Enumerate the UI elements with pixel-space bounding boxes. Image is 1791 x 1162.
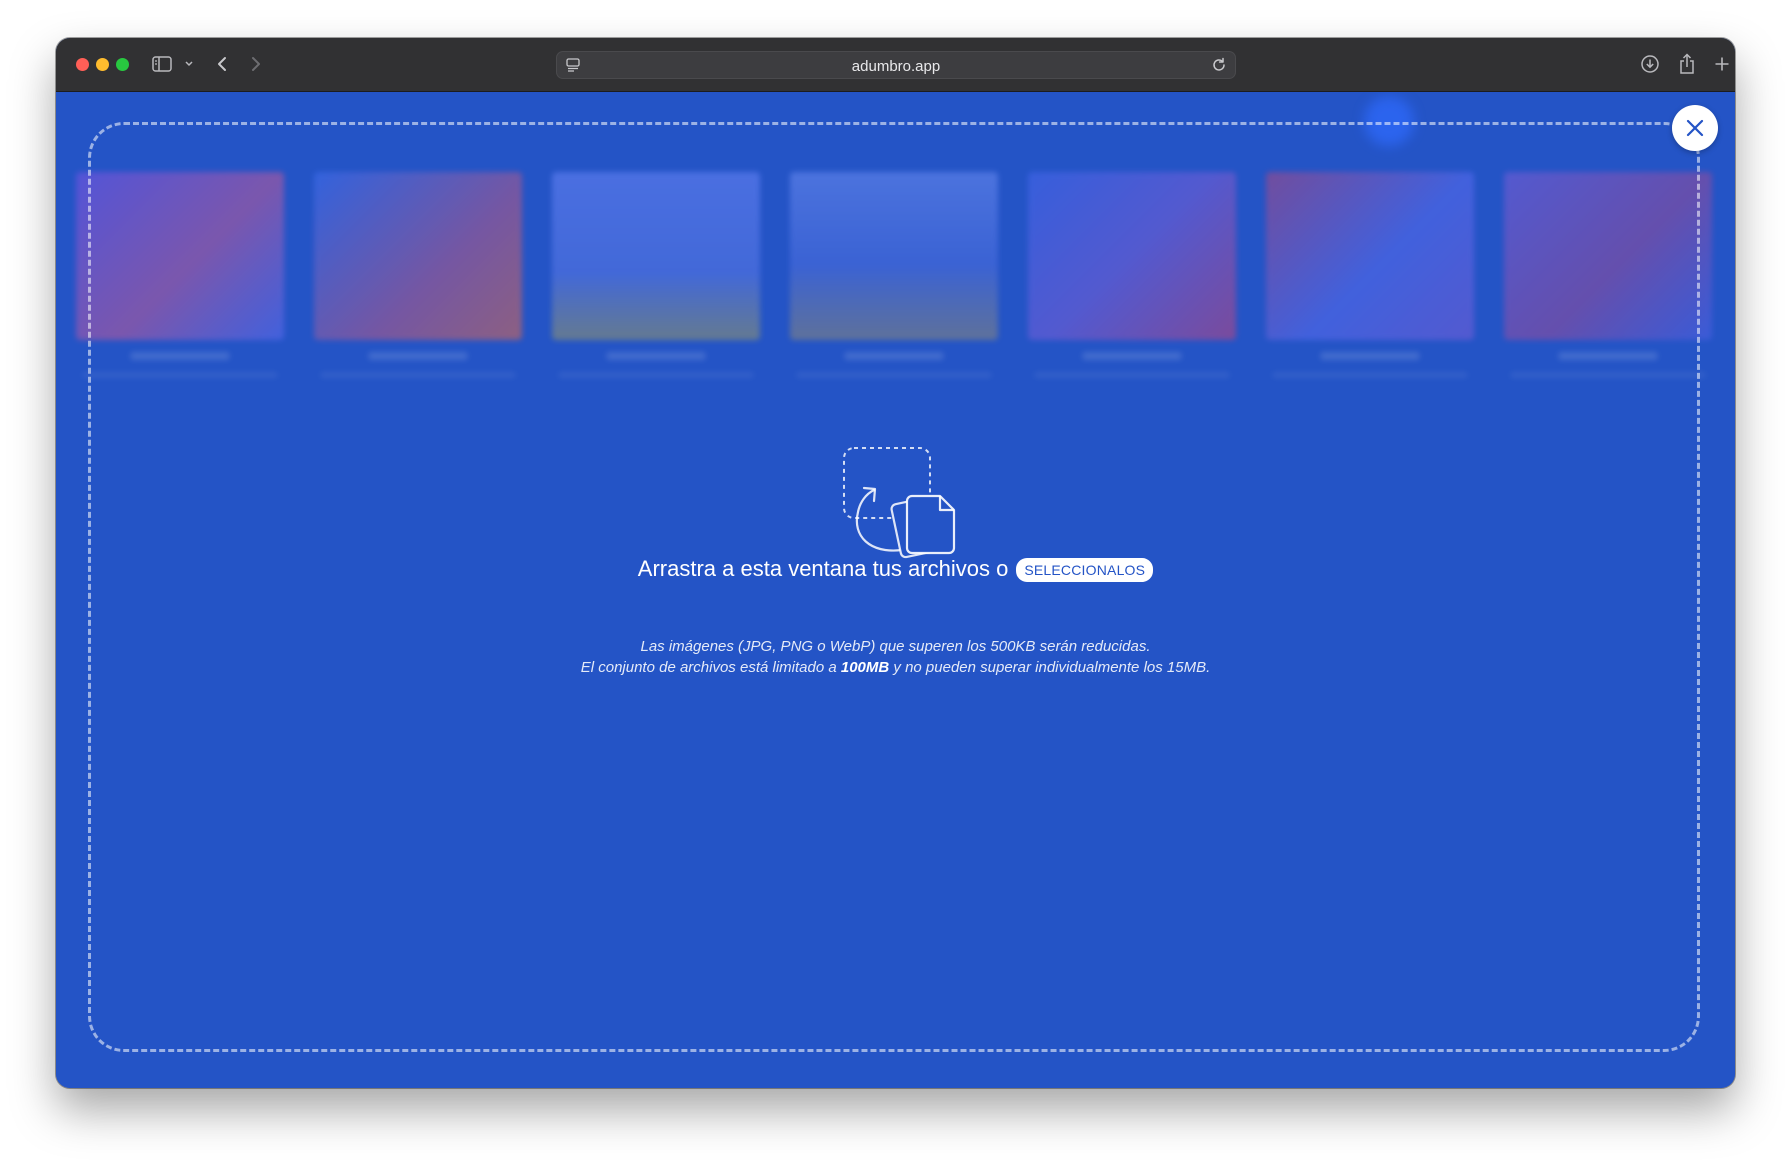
close-icon [1686,119,1704,137]
close-overlay-button[interactable] [1672,105,1718,151]
upload-limits-note: Las imágenes (JPG, PNG o WebP) que super… [0,636,1791,678]
minimize-window-button[interactable] [96,58,109,71]
drop-overlay[interactable] [56,92,1735,1088]
drag-files-icon [843,447,956,559]
reload-icon[interactable] [1211,57,1227,78]
drop-instructions: Arrastra a esta ventana tus archivos o S… [0,556,1791,582]
forward-icon[interactable] [250,52,262,76]
maximize-window-button[interactable] [116,58,129,71]
note-line-2: El conjunto de archivos está limitado a … [580,659,1211,676]
sidebar-icon[interactable] [152,52,172,76]
share-icon[interactable] [1678,52,1696,76]
size-limit: 100MB [840,659,890,676]
new-tab-icon[interactable] [1714,52,1730,76]
drop-headline: Arrastra a esta ventana tus archivos o [637,556,1009,581]
note-line-1: Las imágenes (JPG, PNG o WebP) que super… [640,638,1151,655]
select-files-button[interactable]: SELECCIONALOS [1016,558,1154,582]
downloads-icon[interactable] [1640,52,1660,76]
drop-zone-border [88,122,1700,1052]
close-window-button[interactable] [76,58,89,71]
browser-toolbar: adumbro.app [56,38,1735,92]
url-text: adumbro.app [851,58,941,75]
back-icon[interactable] [216,52,228,76]
chevron-down-icon[interactable] [184,52,194,76]
address-bar[interactable]: adumbro.app [556,51,1236,79]
